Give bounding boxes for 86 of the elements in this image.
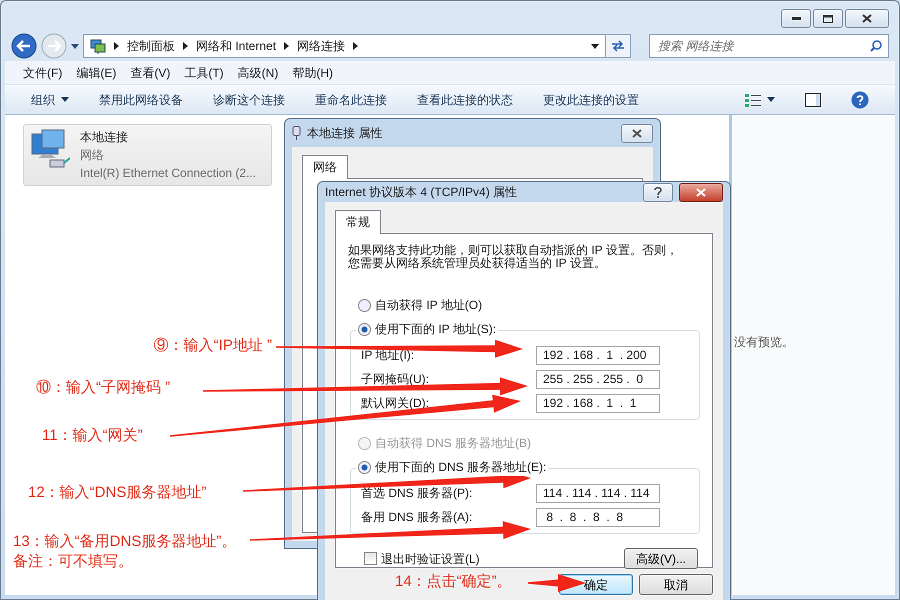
toolbar-button[interactable]: 查看此连接的状态 [417,90,513,108]
tab[interactable]: 网络 [302,155,348,179]
menu-item[interactable]: 高级(N) [238,64,278,82]
radio-option[interactable]: 使用下面的 IP 地址(S): [356,320,498,338]
maximize-icon [823,14,833,22]
refresh-button[interactable] [605,34,631,58]
close-button[interactable] [621,124,653,142]
checkbox[interactable]: 退出时验证设置(L) [364,550,480,568]
question-icon [654,186,662,198]
ip-address-field[interactable]: 114 . 114 . 114 . 114 [536,484,660,502]
minimize-icon [792,17,800,20]
description-text: 如果网络支持此功能，则可以获取自动指派的 IP 设置。否则， 您需要从网络系统管理员处获得适当的 IP 设置。 [347,242,679,270]
radio-icon [358,298,371,312]
advanced-button[interactable]: 高级(V)... [624,548,698,569]
refresh-icon [611,40,625,52]
annotation-text: ⑨：输入“IP地址 ” [154,336,272,356]
chevron-icon[interactable] [353,42,358,50]
help-button[interactable] [643,182,673,202]
radio-option[interactable]: 自动获得 IP 地址(O) [358,296,712,314]
search-field[interactable]: 搜索 网络连接 [656,36,870,56]
search-box[interactable]: 搜索 网络连接 [649,34,889,58]
view-button[interactable] [745,92,775,106]
close-icon [696,188,706,196]
toolbar-button[interactable]: 组织 [31,90,69,108]
radio-icon [358,436,371,450]
field-label: 备用 DNS 服务器(A): [361,509,474,526]
radio-selected-icon [358,322,371,336]
ip-address-field[interactable]: 255 . 255 . 255 . 0 [536,370,660,388]
toolbar-button[interactable]: 禁用此网络设备 [99,90,183,108]
radio-option[interactable]: 使用下面的 DNS 服务器地址(E): [356,458,548,476]
caret-icon [61,97,69,102]
help-icon[interactable] [851,90,869,108]
toolbar-button[interactable]: 诊断这个连接 [213,90,285,108]
close-icon [632,128,642,138]
connection-name: 本地连接 [80,129,129,146]
minimize-button[interactable] [781,9,811,28]
chevron-icon[interactable] [183,42,188,50]
field-label: 首选 DNS 服务器(P): [361,485,474,502]
annotation-text: 备注：可不填写。 [13,552,134,572]
breadcrumb-item[interactable]: 网络连接 [297,37,346,55]
plug-icon [292,126,301,140]
maximize-button[interactable] [813,9,843,28]
breadcrumb-item[interactable]: 控制面板 [127,37,175,55]
menu-item[interactable]: 文件(F) [23,64,62,82]
dropdown-icon[interactable] [591,44,599,48]
search-icon [870,40,882,52]
connection-type: 网络 [80,147,105,164]
menu-item[interactable]: 查看(V) [130,64,170,82]
annotation-text: 11：输入“网关” [42,426,143,446]
ip-address-field[interactable]: 192 . 168 . 1 . 200 [536,346,660,364]
field-label: 子网掩码(U): [361,371,430,388]
radio-selected-icon [358,460,371,474]
chevron-icon[interactable] [114,42,119,50]
view-list-icon [745,92,761,106]
caret-icon [767,97,775,102]
dialog-title: 本地连接 属性 [307,125,382,142]
menu-item[interactable]: 工具(T) [184,64,224,82]
menu-item[interactable]: 帮助(H) [292,64,333,82]
cancel-button[interactable]: 取消 [639,574,713,595]
annotation-text: ⑩：输入“子网掩码 ” [36,378,170,398]
chevron-icon[interactable] [284,42,290,50]
connection-item[interactable]: 本地连接 网络 Intel(R) Ethernet Connection (2... [23,124,272,186]
field-label: 默认网关(D): [361,395,430,412]
annotation-text: 12：输入“DNS服务器地址” [28,483,206,503]
preview-text: 没有预览。 [734,334,795,351]
ip-address-field[interactable]: 8 . 8 . 8 . 8 [536,508,660,526]
preview-pane-icon[interactable] [805,92,821,106]
close-icon [862,14,872,23]
toolbar-button[interactable]: 重命名此连接 [315,90,387,108]
menu-item[interactable]: 编辑(E) [76,64,116,82]
back-icon[interactable] [11,33,37,59]
toolbar-button[interactable]: 更改此连接的设置 [543,90,639,108]
network-folder-icon [90,38,106,54]
dialog-title: Internet 协议版本 4 (TCP/IPv4) 属性 [325,184,518,201]
ip-address-field[interactable]: 192 . 168 . 1 . 1 [536,394,660,412]
field-label: IP 地址(I): [361,347,416,364]
address-bar[interactable]: 控制面板 网络和 Internet 网络连接 [83,34,606,58]
tab[interactable]: 常规 [335,210,381,234]
annotation-text: 13：输入“备用DNS服务器地址”。 [13,532,236,552]
breadcrumb-item[interactable]: 网络和 Internet [196,37,276,55]
close-button[interactable] [679,182,723,202]
annotation-text: 14：点击“确定”。 [395,572,512,592]
caret-icon[interactable] [71,44,79,48]
adapter-name: Intel(R) Ethernet Connection (2... [80,165,256,182]
close-button[interactable] [845,9,889,28]
arrow [528,574,586,592]
